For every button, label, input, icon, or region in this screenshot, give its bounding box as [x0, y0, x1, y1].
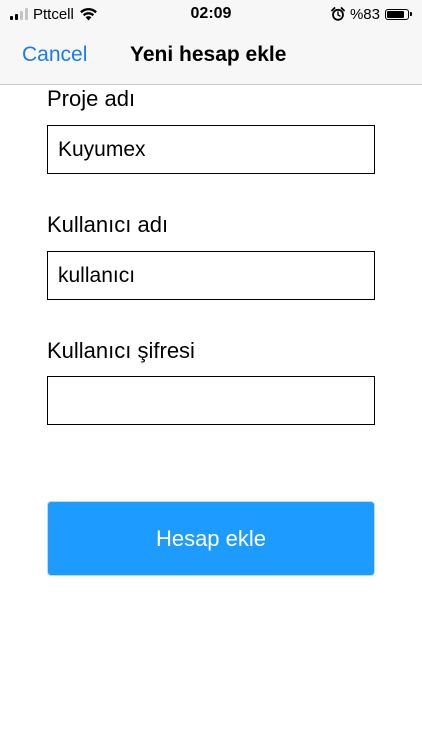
- status-right: %83: [331, 5, 412, 23]
- battery-percentage: %83: [349, 5, 380, 23]
- battery-cap: [410, 12, 412, 16]
- password-label: Kullanıcı şifresi: [47, 338, 195, 363]
- add-account-button[interactable]: Hesap ekle: [47, 501, 375, 576]
- project-name-label: Proje adı: [47, 86, 136, 111]
- username-label: Kullanıcı adı: [47, 212, 169, 237]
- status-bar: Pttcell 02:09 %83: [0, 0, 422, 30]
- project-name-input[interactable]: [47, 125, 375, 174]
- alarm-icon: [331, 7, 345, 21]
- battery-icon: [385, 8, 409, 20]
- navigation-bar: Cancel Yeni hesap ekle: [0, 30, 422, 85]
- username-input[interactable]: [47, 251, 375, 300]
- page-title: Yeni hesap ekle: [130, 43, 287, 66]
- cancel-button[interactable]: Cancel: [22, 43, 87, 67]
- password-input[interactable]: [47, 376, 375, 425]
